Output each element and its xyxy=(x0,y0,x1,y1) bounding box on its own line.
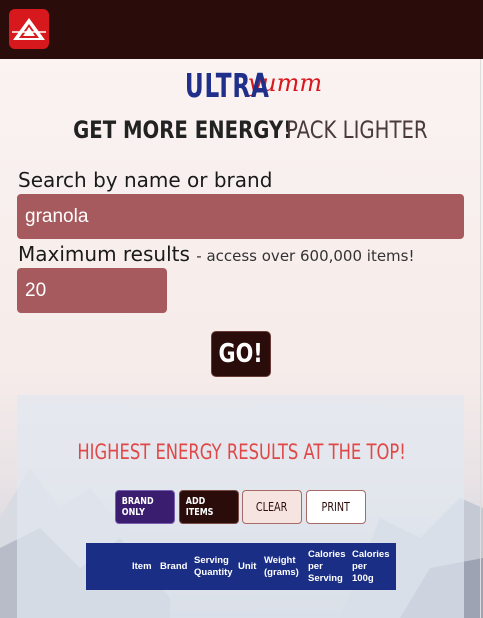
brand-ultra-text: ULTRA xyxy=(184,66,270,105)
page-tagline: GET MORE ENERGY! PACK LIGHTER xyxy=(0,116,483,144)
column-header-weight[interactable]: Weight (grams) xyxy=(262,555,306,579)
column-header-calories-per-serving[interactable]: Calories per Serving xyxy=(306,549,350,585)
go-button[interactable]: GO! xyxy=(211,331,271,377)
column-header-serving-quantity[interactable]: Serving Quantity xyxy=(192,555,236,579)
add-items-button[interactable]: ADD ITEMS xyxy=(179,490,239,524)
add-items-label: ADD ITEMS xyxy=(185,496,214,518)
mountain-logo-icon[interactable] xyxy=(9,9,49,49)
go-button-label: GO! xyxy=(218,339,264,369)
column-header-brand[interactable]: Brand xyxy=(158,561,192,573)
column-header-calories-per-100g[interactable]: Calories per 100g xyxy=(350,549,392,585)
column-header-item[interactable]: Item xyxy=(130,561,158,573)
brand-logo: ULTRAyumm xyxy=(0,66,483,106)
top-navbar xyxy=(0,0,483,59)
max-results-input-value: 20 xyxy=(25,279,47,301)
max-results-input[interactable]: 20 xyxy=(17,268,167,313)
tagline-part2: PACK LIGHTER xyxy=(285,116,428,144)
results-title-text: HIGHEST ENERGY RESULTS AT THE TOP! xyxy=(77,440,406,464)
print-label: PRINT xyxy=(321,500,351,514)
clear-button[interactable]: CLEAR xyxy=(242,490,302,524)
brand-only-label: BRAND ONLY xyxy=(121,496,154,518)
print-button[interactable]: PRINT xyxy=(306,490,366,524)
column-header-unit[interactable]: Unit xyxy=(236,561,262,573)
tagline-part1: GET MORE ENERGY! xyxy=(72,116,292,144)
max-results-label: Maximum results - access over 600,000 it… xyxy=(18,242,415,266)
search-input-value: granola xyxy=(25,205,89,227)
results-table-header: Item Brand Serving Quantity Unit Weight … xyxy=(86,543,396,590)
search-label: Search by name or brand xyxy=(18,168,273,192)
brand-only-button[interactable]: BRAND ONLY xyxy=(115,490,175,524)
max-results-label-text: Maximum results xyxy=(18,242,190,266)
search-input[interactable]: granola xyxy=(17,194,464,239)
results-title: HIGHEST ENERGY RESULTS AT THE TOP! xyxy=(0,440,483,464)
max-results-hint: - access over 600,000 items! xyxy=(196,247,415,265)
clear-label: CLEAR xyxy=(256,500,288,514)
